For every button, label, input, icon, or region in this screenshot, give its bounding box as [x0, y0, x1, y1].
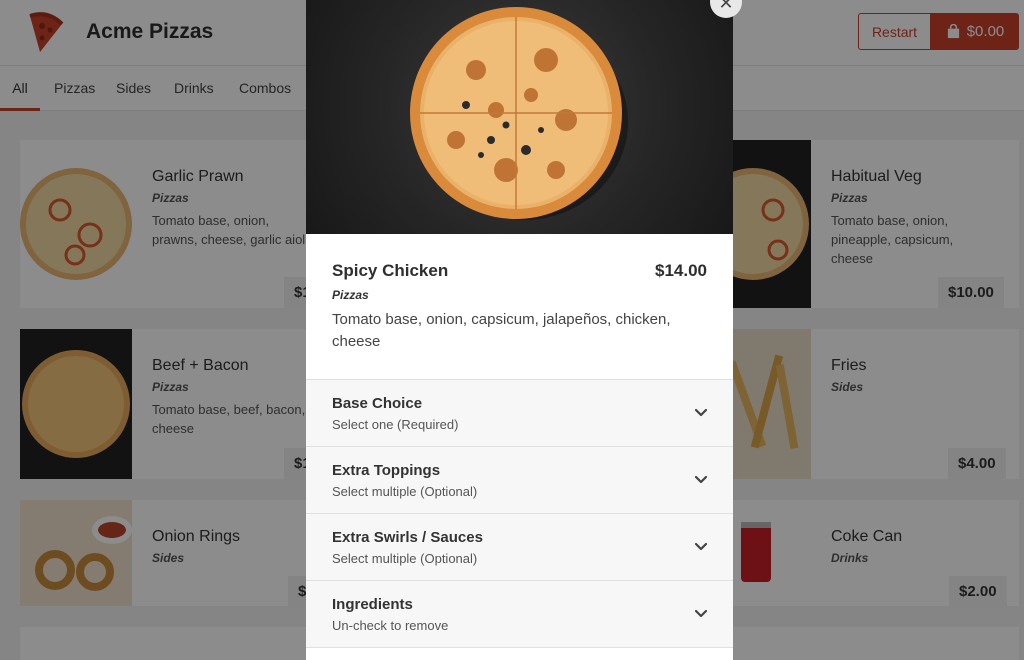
option-title: Ingredients	[332, 596, 413, 613]
item-description: Tomato base, onion, capsicum, jalapeños,…	[332, 311, 671, 350]
chevron-down-icon[interactable]	[693, 538, 709, 554]
option-base-choice[interactable]: Base Choice Select one (Required)	[306, 380, 733, 447]
option-title: Extra Toppings	[332, 462, 441, 479]
chevron-down-icon[interactable]	[693, 605, 709, 621]
item-price: $14.00	[655, 261, 707, 280]
item-info: Spicy Chicken $14.00 Pizzas Tomato base,…	[306, 234, 733, 380]
option-subtitle: Select one (Required)	[332, 417, 459, 432]
item-hero-image	[306, 0, 733, 234]
option-title: Extra Swirls / Sauces	[332, 529, 483, 546]
item-detail-modal: Spicy Chicken $14.00 Pizzas Tomato base,…	[306, 0, 733, 660]
chevron-down-icon[interactable]	[693, 471, 709, 487]
option-title: Base Choice	[332, 395, 423, 412]
item-name: Spicy Chicken	[332, 261, 449, 280]
chevron-down-icon[interactable]	[693, 404, 709, 420]
option-subtitle: Un-check to remove	[332, 618, 449, 633]
option-extra-swirls-sauces[interactable]: Extra Swirls / Sauces Select multiple (O…	[306, 514, 733, 581]
item-category: Pizzas	[332, 288, 369, 302]
option-ingredients[interactable]: Ingredients Un-check to remove	[306, 581, 733, 648]
option-subtitle: Select multiple (Optional)	[332, 551, 478, 566]
option-extra-toppings[interactable]: Extra Toppings Select multiple (Optional…	[306, 447, 733, 514]
option-subtitle: Select multiple (Optional)	[332, 484, 478, 499]
